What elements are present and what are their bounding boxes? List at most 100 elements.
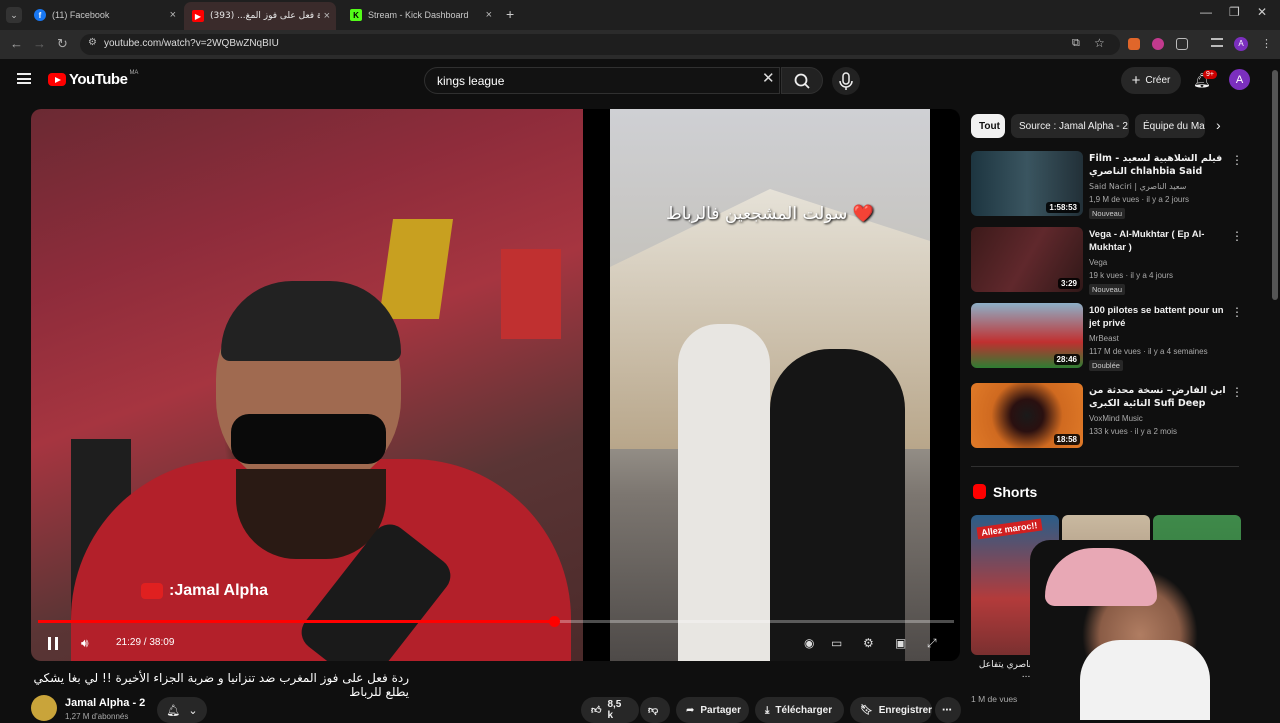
like-button[interactable]: 👍︎ 8,5 k <box>581 697 639 723</box>
channel-name[interactable]: Jamal Alpha - 2 <box>65 697 145 709</box>
download-label: Télécharger <box>775 704 833 716</box>
time-display: 21:29 / 38:09 <box>116 637 175 648</box>
download-button[interactable]: ⤓ Télécharger <box>755 697 844 723</box>
tab-kick[interactable]: K Stream - Kick Dashboard × <box>342 4 498 26</box>
video-player[interactable]: :Jamal Alpha سولت المشجعين فالرباط ❤️ 🔊︎… <box>31 109 960 661</box>
tab-title: ردة فعل على فوز المغ... (393) <box>210 11 320 21</box>
restore-icon[interactable]: ❐ <box>1229 5 1240 19</box>
extensions-puzzle-icon[interactable] <box>1176 38 1188 50</box>
more-vert-icon[interactable]: ⋮ <box>1231 305 1243 319</box>
recommendation-item[interactable]: 1:58:53 Film - فيلم الشلاهبية لسعيد النا… <box>971 151 1243 221</box>
player-controls: 🔊︎ 21:29 / 38:09 ◉ ▭ ⚙ ▣ ⤢ <box>31 627 960 661</box>
thumbnail[interactable]: 1:58:53 <box>971 151 1083 216</box>
chip-source[interactable]: Source : Jamal Alpha - 2 <box>1011 114 1129 138</box>
tab-youtube[interactable]: ▶ ردة فعل على فوز المغ... (393) × <box>184 2 336 30</box>
more-vert-icon[interactable]: ⋮ <box>1231 153 1243 167</box>
youtube-icon: ▶ <box>192 10 204 22</box>
voice-search-button[interactable] <box>832 67 860 95</box>
webcam-shirt <box>1080 640 1210 720</box>
rec-title[interactable]: Vega - Al-Mukhtar ( Ep Al-Mukhtar ) <box>1089 228 1227 254</box>
dislike-button[interactable]: 👎︎ <box>640 697 670 723</box>
scrubber-handle[interactable] <box>548 616 560 627</box>
recommendation-item[interactable]: 28:46 100 pilotes se battent pour un jet… <box>971 303 1243 373</box>
rec-meta: 117 M de vues · il y a 4 semaines <box>1089 347 1208 356</box>
hamburger-menu-icon[interactable] <box>17 73 31 84</box>
progress-bar[interactable] <box>38 616 954 627</box>
rec-title[interactable]: Film - فيلم الشلاهبية لسعيد الناصري chla… <box>1089 152 1227 178</box>
chip-all[interactable]: Tout <box>971 114 1005 138</box>
share-button[interactable]: ➦ Partager <box>676 697 749 723</box>
media-control-icon[interactable] <box>1211 38 1223 47</box>
create-button[interactable]: + Créer <box>1121 67 1181 94</box>
close-tab-icon[interactable]: × <box>170 9 176 21</box>
profile-avatar[interactable]: A <box>1234 37 1248 51</box>
extension-icon[interactable] <box>1128 38 1140 50</box>
chip-scroll-right-icon[interactable]: › <box>1216 117 1221 133</box>
url-text: youtube.com/watch?v=2WQBwZNqBIU <box>104 38 279 49</box>
thumbnail[interactable]: 18:58 <box>971 383 1083 448</box>
more-vert-icon[interactable]: ⋮ <box>1231 385 1243 399</box>
pause-button[interactable] <box>48 637 58 650</box>
dubbed-badge: Doublée <box>1089 360 1123 371</box>
tab-facebook[interactable]: f (11) Facebook × <box>26 4 182 26</box>
rec-title[interactable]: ابن الفارض– نسخة محدثة من التائية الكبرى… <box>1089 384 1227 410</box>
save-button[interactable]: 🔖︎ Enregistrer <box>850 697 932 723</box>
rec-title[interactable]: 100 pilotes se battent pour un jet privé <box>1089 304 1227 330</box>
back-icon[interactable]: ← <box>10 36 23 51</box>
chip-team-morocco[interactable]: Équipe du Maroc <box>1135 114 1205 138</box>
autoplay-toggle[interactable]: ◉ <box>804 636 820 650</box>
more-actions-button[interactable]: ⋯ <box>935 697 961 723</box>
chrome-menu-icon[interactable]: ⋮ <box>1261 37 1272 50</box>
facebook-icon: f <box>34 9 46 21</box>
forward-icon[interactable]: → <box>33 36 46 51</box>
fullscreen-icon[interactable]: ⤢ <box>927 636 943 650</box>
rec-channel[interactable]: Vega <box>1089 258 1107 267</box>
recommendation-item[interactable]: 3:29 Vega - Al-Mukhtar ( Ep Al-Mukhtar )… <box>971 227 1243 297</box>
rec-channel[interactable]: Said Naciri | سعيد الناصري <box>1089 182 1186 191</box>
youtube-header: YouTube MA kings league ✕ + Créer 🔔︎ 9+ … <box>0 59 1280 105</box>
new-tab-button[interactable]: + <box>506 6 514 22</box>
thumbnail[interactable]: 28:46 <box>971 303 1083 368</box>
settings-gear-icon[interactable]: ⚙ <box>863 636 879 650</box>
bookmark-star-icon[interactable]: ☆ <box>1094 36 1105 50</box>
logo-text: YouTube <box>69 71 128 88</box>
extension-icon[interactable] <box>1152 38 1164 50</box>
install-app-icon[interactable]: ⧉ <box>1072 37 1080 50</box>
close-tab-icon[interactable]: × <box>324 10 330 22</box>
subtitles-icon[interactable]: ▭ <box>831 636 847 650</box>
reload-icon[interactable]: ↻ <box>57 36 68 52</box>
address-bar[interactable]: ⚙ youtube.com/watch?v=2WQBwZNqBIU ⧉ ☆ <box>80 34 1120 55</box>
microphone-icon <box>839 72 853 90</box>
channel-overlay: :Jamal Alpha <box>141 582 268 600</box>
bookmark-icon: 🔖︎ <box>860 704 873 716</box>
close-window-icon[interactable]: ✕ <box>1257 5 1267 19</box>
minimize-icon[interactable]: — <box>1200 5 1212 19</box>
site-info-icon[interactable]: ⚙ <box>88 37 97 48</box>
account-avatar[interactable]: A <box>1229 69 1250 90</box>
thumbs-down-icon: 👎︎ <box>648 705 659 716</box>
rec-channel[interactable]: MrBeast <box>1089 334 1119 343</box>
more-vert-icon[interactable]: ⋮ <box>1231 229 1243 243</box>
thumbnail[interactable]: 3:29 <box>971 227 1083 292</box>
share-icon: ➦ <box>686 704 695 716</box>
page-scrollbar[interactable] <box>1272 70 1278 300</box>
tab-search-button[interactable]: ⌄ <box>6 7 22 23</box>
flag-decoration <box>501 249 561 339</box>
close-tab-icon[interactable]: × <box>486 9 492 21</box>
channel-avatar[interactable] <box>31 695 57 721</box>
rec-channel[interactable]: VoxMind Music <box>1089 414 1143 423</box>
clear-search-icon[interactable]: ✕ <box>762 69 775 87</box>
shorts-heading: Shorts <box>993 484 1038 500</box>
volume-icon[interactable]: 🔊︎ <box>81 636 89 651</box>
search-input[interactable]: kings league <box>424 67 780 94</box>
search-button[interactable] <box>781 67 823 94</box>
theater-mode-icon[interactable]: ▣ <box>895 636 911 650</box>
recommendation-item[interactable]: 18:58 ابن الفارض– نسخة محدثة من التائية … <box>971 383 1243 453</box>
rec-meta: 133 k vues · il y a 2 mois <box>1089 427 1178 436</box>
subscription-bell-button[interactable]: 🔔︎ ⌄ <box>157 697 207 723</box>
youtube-play-icon <box>48 73 66 86</box>
browser-tab-bar: ⌄ f (11) Facebook × ▶ ردة فعل على فوز ال… <box>0 0 1280 30</box>
progress-fill <box>38 620 554 623</box>
youtube-logo[interactable]: YouTube MA <box>48 70 138 88</box>
duration-badge: 18:58 <box>1053 434 1080 445</box>
